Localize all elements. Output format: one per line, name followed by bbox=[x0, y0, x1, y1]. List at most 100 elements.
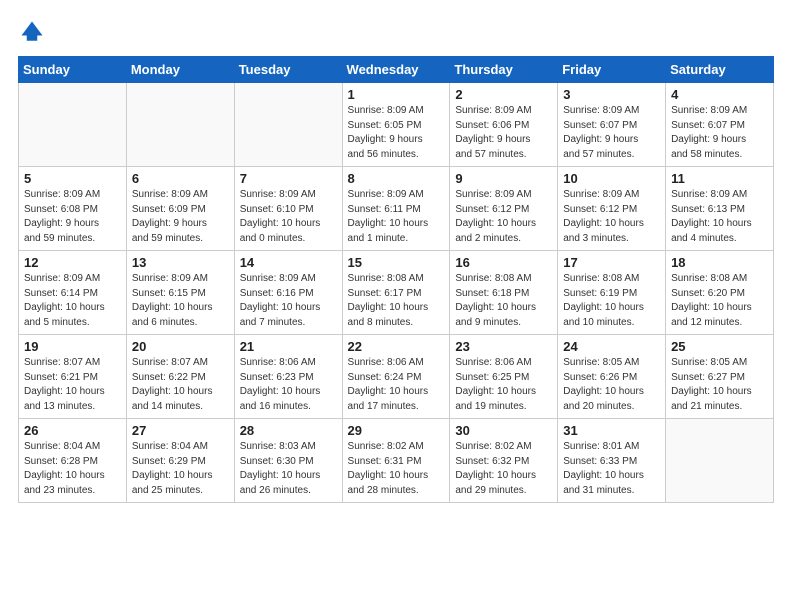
day-number: 23 bbox=[455, 339, 552, 354]
day-number: 28 bbox=[240, 423, 337, 438]
calendar-cell: 31Sunrise: 8:01 AM Sunset: 6:33 PM Dayli… bbox=[558, 419, 666, 503]
day-info: Sunrise: 8:09 AM Sunset: 6:14 PM Dayligh… bbox=[24, 272, 121, 330]
day-info: Sunrise: 8:09 AM Sunset: 6:12 PM Dayligh… bbox=[455, 188, 552, 246]
day-number: 26 bbox=[24, 423, 121, 438]
day-info: Sunrise: 8:02 AM Sunset: 6:31 PM Dayligh… bbox=[348, 440, 445, 498]
day-number: 2 bbox=[455, 87, 552, 102]
day-number: 27 bbox=[132, 423, 229, 438]
calendar-cell: 21Sunrise: 8:06 AM Sunset: 6:23 PM Dayli… bbox=[234, 335, 342, 419]
calendar-cell bbox=[234, 83, 342, 167]
calendar-cell: 15 Sunrise: 8:08 AM Sunset: 6:17 PM Dayli… bbox=[342, 251, 450, 335]
day-info: Sunrise: 8:09 AM Sunset: 6:16 PM Dayligh… bbox=[240, 272, 337, 330]
logo bbox=[18, 18, 50, 46]
day-info: Sunrise: 8:09 AM Sunset: 6:10 PM Dayligh… bbox=[240, 188, 337, 246]
weekday-header-thursday: Thursday bbox=[450, 57, 558, 83]
calendar-cell: 1 Sunrise: 8:09 AM Sunset: 6:05 PM Daylig… bbox=[342, 83, 450, 167]
day-number: 25 bbox=[671, 339, 768, 354]
day-info: Sunrise: 8:09 AM Sunset: 6:12 PM Dayligh… bbox=[563, 188, 660, 246]
calendar-cell: 20 Sunrise: 8:07 AM Sunset: 6:22 PM Dayli… bbox=[126, 335, 234, 419]
day-number: 19 bbox=[24, 339, 121, 354]
day-number: 22 bbox=[348, 339, 445, 354]
day-number: 4 bbox=[671, 87, 768, 102]
day-number: 15 bbox=[348, 255, 445, 270]
weekday-header-row: SundayMondayTuesdayWednesdayThursdayFrid… bbox=[19, 57, 774, 83]
calendar-cell: 19 Sunrise: 8:07 AM Sunset: 6:21 PM Dayli… bbox=[19, 335, 127, 419]
calendar-cell: 29 Sunrise: 8:02 AM Sunset: 6:31 PM Dayli… bbox=[342, 419, 450, 503]
weekday-header-sunday: Sunday bbox=[19, 57, 127, 83]
calendar-table: SundayMondayTuesdayWednesdayThursdayFrid… bbox=[18, 56, 774, 503]
calendar-cell: 26 Sunrise: 8:04 AM Sunset: 6:28 PM Dayli… bbox=[19, 419, 127, 503]
day-info: Sunrise: 8:02 AM Sunset: 6:32 PM Dayligh… bbox=[455, 440, 552, 498]
weekday-header-friday: Friday bbox=[558, 57, 666, 83]
calendar-cell: 6 Sunrise: 8:09 AM Sunset: 6:09 PM Daylig… bbox=[126, 167, 234, 251]
day-info: Sunrise: 8:07 AM Sunset: 6:22 PM Dayligh… bbox=[132, 356, 229, 414]
day-info: Sunrise: 8:05 AM Sunset: 6:27 PM Dayligh… bbox=[671, 356, 768, 414]
day-number: 13 bbox=[132, 255, 229, 270]
week-row-3: 12 Sunrise: 8:09 AM Sunset: 6:14 PM Dayli… bbox=[19, 251, 774, 335]
day-info: Sunrise: 8:09 AM Sunset: 6:07 PM Dayligh… bbox=[671, 104, 768, 162]
calendar-cell: 24Sunrise: 8:05 AM Sunset: 6:26 PM Dayli… bbox=[558, 335, 666, 419]
day-info: Sunrise: 8:06 AM Sunset: 6:25 PM Dayligh… bbox=[455, 356, 552, 414]
day-info: Sunrise: 8:09 AM Sunset: 6:05 PM Dayligh… bbox=[348, 104, 445, 162]
day-number: 12 bbox=[24, 255, 121, 270]
logo-icon bbox=[18, 18, 46, 46]
day-info: Sunrise: 8:09 AM Sunset: 6:15 PM Dayligh… bbox=[132, 272, 229, 330]
day-number: 18 bbox=[671, 255, 768, 270]
day-info: Sunrise: 8:09 AM Sunset: 6:09 PM Dayligh… bbox=[132, 188, 229, 246]
calendar-cell: 4 Sunrise: 8:09 AM Sunset: 6:07 PM Daylig… bbox=[666, 83, 774, 167]
day-number: 24 bbox=[563, 339, 660, 354]
calendar-cell: 5Sunrise: 8:09 AM Sunset: 6:08 PM Daylig… bbox=[19, 167, 127, 251]
day-number: 17 bbox=[563, 255, 660, 270]
day-info: Sunrise: 8:04 AM Sunset: 6:29 PM Dayligh… bbox=[132, 440, 229, 498]
day-number: 9 bbox=[455, 171, 552, 186]
day-number: 7 bbox=[240, 171, 337, 186]
day-number: 6 bbox=[132, 171, 229, 186]
day-info: Sunrise: 8:08 AM Sunset: 6:20 PM Dayligh… bbox=[671, 272, 768, 330]
day-info: Sunrise: 8:08 AM Sunset: 6:19 PM Dayligh… bbox=[563, 272, 660, 330]
day-number: 14 bbox=[240, 255, 337, 270]
day-number: 16 bbox=[455, 255, 552, 270]
calendar-cell: 12 Sunrise: 8:09 AM Sunset: 6:14 PM Dayli… bbox=[19, 251, 127, 335]
day-number: 20 bbox=[132, 339, 229, 354]
day-number: 8 bbox=[348, 171, 445, 186]
calendar-cell: 13 Sunrise: 8:09 AM Sunset: 6:15 PM Dayli… bbox=[126, 251, 234, 335]
day-info: Sunrise: 8:09 AM Sunset: 6:11 PM Dayligh… bbox=[348, 188, 445, 246]
week-row-1: 1 Sunrise: 8:09 AM Sunset: 6:05 PM Daylig… bbox=[19, 83, 774, 167]
calendar-cell: 2 Sunrise: 8:09 AM Sunset: 6:06 PM Daylig… bbox=[450, 83, 558, 167]
calendar-cell bbox=[19, 83, 127, 167]
day-info: Sunrise: 8:07 AM Sunset: 6:21 PM Dayligh… bbox=[24, 356, 121, 414]
header bbox=[18, 18, 774, 46]
day-number: 31 bbox=[563, 423, 660, 438]
calendar-cell: 17 Sunrise: 8:08 AM Sunset: 6:19 PM Dayli… bbox=[558, 251, 666, 335]
day-info: Sunrise: 8:04 AM Sunset: 6:28 PM Dayligh… bbox=[24, 440, 121, 498]
calendar-cell bbox=[666, 419, 774, 503]
day-info: Sunrise: 8:09 AM Sunset: 6:06 PM Dayligh… bbox=[455, 104, 552, 162]
day-info: Sunrise: 8:09 AM Sunset: 6:13 PM Dayligh… bbox=[671, 188, 768, 246]
calendar-cell: 14 Sunrise: 8:09 AM Sunset: 6:16 PM Dayli… bbox=[234, 251, 342, 335]
weekday-header-tuesday: Tuesday bbox=[234, 57, 342, 83]
calendar-cell: 16Sunrise: 8:08 AM Sunset: 6:18 PM Dayli… bbox=[450, 251, 558, 335]
calendar-cell: 28 Sunrise: 8:03 AM Sunset: 6:30 PM Dayli… bbox=[234, 419, 342, 503]
calendar-cell: 9 Sunrise: 8:09 AM Sunset: 6:12 PM Daylig… bbox=[450, 167, 558, 251]
day-number: 5 bbox=[24, 171, 121, 186]
calendar-cell: 10 Sunrise: 8:09 AM Sunset: 6:12 PM Dayli… bbox=[558, 167, 666, 251]
day-number: 1 bbox=[348, 87, 445, 102]
day-number: 29 bbox=[348, 423, 445, 438]
calendar-cell: 7 Sunrise: 8:09 AM Sunset: 6:10 PM Daylig… bbox=[234, 167, 342, 251]
day-number: 11 bbox=[671, 171, 768, 186]
calendar-cell: 22 Sunrise: 8:06 AM Sunset: 6:24 PM Dayli… bbox=[342, 335, 450, 419]
calendar-page: SundayMondayTuesdayWednesdayThursdayFrid… bbox=[0, 0, 792, 612]
day-info: Sunrise: 8:08 AM Sunset: 6:17 PM Dayligh… bbox=[348, 272, 445, 330]
week-row-4: 19 Sunrise: 8:07 AM Sunset: 6:21 PM Dayli… bbox=[19, 335, 774, 419]
calendar-cell: 3Sunrise: 8:09 AM Sunset: 6:07 PM Daylig… bbox=[558, 83, 666, 167]
day-number: 10 bbox=[563, 171, 660, 186]
weekday-header-saturday: Saturday bbox=[666, 57, 774, 83]
weekday-header-wednesday: Wednesday bbox=[342, 57, 450, 83]
calendar-cell: 23 Sunrise: 8:06 AM Sunset: 6:25 PM Dayli… bbox=[450, 335, 558, 419]
calendar-cell: 25 Sunrise: 8:05 AM Sunset: 6:27 PM Dayli… bbox=[666, 335, 774, 419]
calendar-cell: 27 Sunrise: 8:04 AM Sunset: 6:29 PM Dayli… bbox=[126, 419, 234, 503]
calendar-cell: 8 Sunrise: 8:09 AM Sunset: 6:11 PM Daylig… bbox=[342, 167, 450, 251]
day-info: Sunrise: 8:06 AM Sunset: 6:23 PM Dayligh… bbox=[240, 356, 337, 414]
day-info: Sunrise: 8:06 AM Sunset: 6:24 PM Dayligh… bbox=[348, 356, 445, 414]
day-info: Sunrise: 8:03 AM Sunset: 6:30 PM Dayligh… bbox=[240, 440, 337, 498]
